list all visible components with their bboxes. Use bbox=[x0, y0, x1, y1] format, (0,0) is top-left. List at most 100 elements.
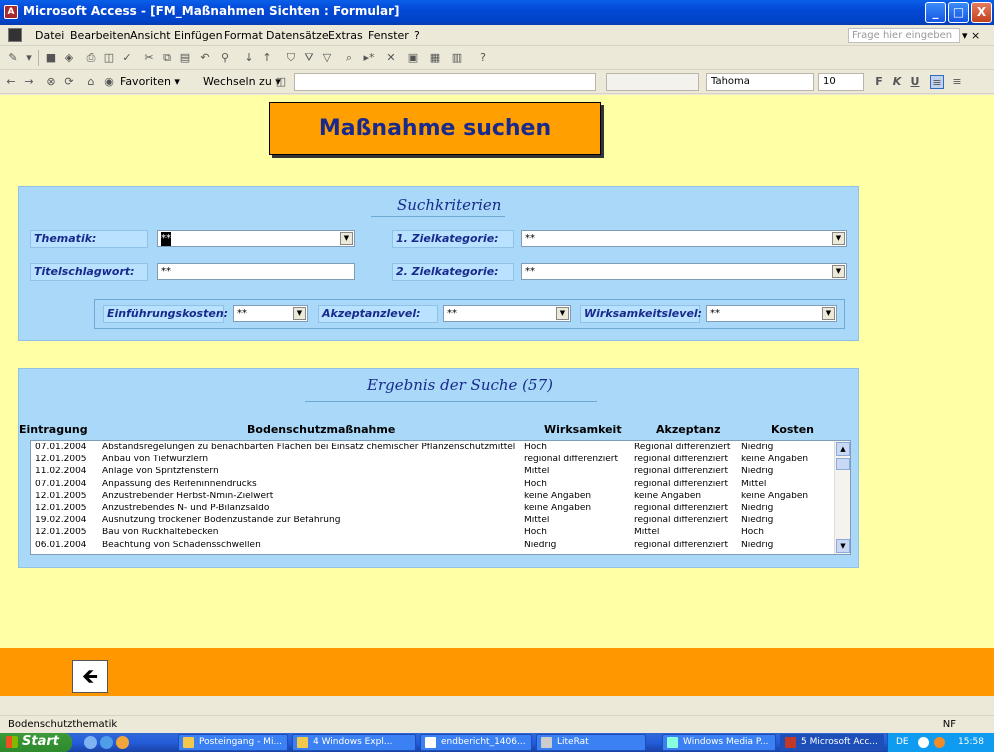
spelling-icon[interactable]: ✓ bbox=[120, 51, 134, 65]
bold-button[interactable]: F bbox=[872, 75, 886, 89]
quicklaunch-ie-icon[interactable] bbox=[100, 736, 113, 749]
properties-icon[interactable]: ▣ bbox=[406, 51, 420, 65]
result-row[interactable]: 19.02.2004 Ausnutzung trockener Bodenzust… bbox=[31, 516, 836, 525]
result-row[interactable]: 12.01.2005 Anbau von Tiefwurzlern regional… bbox=[31, 455, 836, 464]
database-window-icon[interactable] bbox=[8, 28, 22, 42]
copy-icon[interactable]: ⧉ bbox=[160, 51, 174, 65]
einfuehrungskosten-combo[interactable]: ** ▼ bbox=[233, 305, 308, 322]
sort-descending-icon[interactable]: ↑ bbox=[260, 51, 274, 65]
stop-icon[interactable]: ⊗ bbox=[44, 75, 58, 89]
underline-button[interactable]: U bbox=[908, 75, 922, 89]
language-indicator[interactable]: DE bbox=[896, 733, 909, 752]
new-object-icon[interactable]: ▥ bbox=[450, 51, 464, 65]
chevron-down-icon[interactable]: ▼ bbox=[832, 265, 845, 278]
task-access[interactable]: 5 Microsoft Acc... bbox=[780, 734, 884, 751]
refresh-icon[interactable]: ⟳ bbox=[62, 75, 76, 89]
start-button[interactable]: Start bbox=[0, 733, 72, 752]
chevron-down-icon[interactable]: ▼ bbox=[293, 307, 306, 320]
task-outlook[interactable]: Posteingang - Mi... bbox=[178, 734, 288, 751]
result-row[interactable]: 07.01.2004 Abstandsregelungen zu benachba… bbox=[31, 443, 836, 452]
result-row[interactable]: 12.01.2005 Anzustrebendes N- und P-Bilanz… bbox=[31, 504, 836, 513]
result-row[interactable]: 12.01.2005 Anzustrebender Herbst-Nmin-Zie… bbox=[31, 492, 836, 501]
chevron-down-icon[interactable]: ▾ × bbox=[962, 29, 980, 42]
task-explorer[interactable]: 4 Windows Expl... bbox=[292, 734, 416, 751]
print-icon[interactable]: ⎙ bbox=[84, 51, 98, 65]
chevron-down-icon[interactable]: ▾ bbox=[22, 51, 36, 65]
font-size-select[interactable]: 10 bbox=[818, 73, 864, 91]
result-row[interactable]: 12.01.2005 Bau von Rückhaltebecken Hoch Mit… bbox=[31, 528, 836, 537]
print-preview-icon[interactable]: ◫ bbox=[102, 51, 116, 65]
menu-format[interactable]: Format bbox=[224, 29, 263, 42]
address-field[interactable] bbox=[294, 73, 596, 91]
tray-icon[interactable] bbox=[934, 737, 945, 748]
undo-icon[interactable]: ↶ bbox=[198, 51, 212, 65]
filter-by-selection-icon[interactable]: ⛉ bbox=[284, 51, 298, 65]
paste-icon[interactable]: ▤ bbox=[178, 51, 192, 65]
view-icon[interactable]: ✎ bbox=[6, 51, 20, 65]
titelschlagwort-field[interactable]: ** bbox=[157, 263, 355, 280]
italic-button[interactable]: K bbox=[890, 75, 904, 89]
result-row[interactable]: 11.02.2004 Anlage von Spritzfenstern Mitte… bbox=[31, 467, 836, 476]
home-icon[interactable]: ⌂ bbox=[84, 75, 98, 89]
result-row[interactable]: 07.01.2004 Anpassung des Reifeninnendruck… bbox=[31, 480, 836, 489]
database-window-icon[interactable]: ▦ bbox=[428, 51, 442, 65]
object-selector[interactable] bbox=[606, 73, 699, 91]
align-left-icon[interactable]: ≡ bbox=[930, 75, 944, 89]
menu-help[interactable]: ? bbox=[414, 29, 420, 42]
task-media-player[interactable]: Windows Media P... bbox=[662, 734, 776, 751]
show-only-web-toolbar-icon[interactable]: ◫ bbox=[274, 75, 288, 89]
result-row[interactable]: 06.01.2004 Beachtung von Schadensschwelle… bbox=[31, 541, 836, 550]
forward-nav-icon[interactable]: → bbox=[22, 75, 36, 89]
akzeptanzlevel-combo[interactable]: ** ▼ bbox=[443, 305, 571, 322]
access-app-icon[interactable]: A bbox=[4, 5, 18, 19]
find-icon[interactable]: ⌕ bbox=[342, 51, 356, 65]
minimize-button[interactable]: _ bbox=[925, 2, 946, 23]
zielkategorie2-combo[interactable]: ** ▼ bbox=[521, 263, 847, 280]
menu-datensaetze[interactable]: Datensätze bbox=[266, 29, 329, 42]
quicklaunch-desktop-icon[interactable] bbox=[84, 736, 97, 749]
hyperlink-icon[interactable]: ⚲ bbox=[218, 51, 232, 65]
save-icon[interactable]: ■ bbox=[44, 51, 58, 65]
title-bar[interactable]: A Microsoft Access - [FM_Maßnahmen Sicht… bbox=[0, 0, 994, 25]
scroll-down-icon[interactable]: ▼ bbox=[836, 539, 850, 553]
close-button[interactable]: X bbox=[971, 2, 992, 23]
back-button[interactable]: 🡸 bbox=[72, 660, 108, 693]
search-web-icon[interactable]: ◉ bbox=[102, 75, 116, 89]
thematik-combo[interactable]: ** ▼ bbox=[157, 230, 355, 247]
align-center-icon[interactable]: ≡ bbox=[950, 75, 964, 89]
search-file-icon[interactable]: ◈ bbox=[62, 51, 76, 65]
maximize-button[interactable]: □ bbox=[948, 2, 969, 23]
results-scrollbar[interactable]: ▲ ▼ bbox=[834, 441, 850, 554]
new-record-icon[interactable]: ▸* bbox=[362, 51, 376, 65]
scroll-thumb[interactable] bbox=[836, 458, 850, 470]
menu-extras[interactable]: Extras bbox=[328, 29, 363, 42]
wirksamkeitslevel-combo[interactable]: ** ▼ bbox=[706, 305, 837, 322]
filter-by-form-icon[interactable]: ⛛ bbox=[302, 51, 316, 65]
zielkategorie1-combo[interactable]: ** ▼ bbox=[521, 230, 847, 247]
results-listbox[interactable]: 07.01.2004 Abstandsregelungen zu benachba… bbox=[30, 440, 851, 555]
menu-datei[interactable]: Datei bbox=[35, 29, 64, 42]
back-nav-icon[interactable]: ← bbox=[4, 75, 18, 89]
task-literat[interactable]: LiteRat bbox=[536, 734, 646, 751]
wechseln-zu-menu[interactable]: Wechseln zu ▾ bbox=[203, 75, 281, 88]
chevron-down-icon[interactable]: ▼ bbox=[822, 307, 835, 320]
help-search-input[interactable]: Frage hier eingeben bbox=[848, 28, 960, 43]
cut-icon[interactable]: ✂ bbox=[142, 51, 156, 65]
menu-einfuegen[interactable]: Einfügen bbox=[174, 29, 223, 42]
menu-fenster[interactable]: Fenster bbox=[368, 29, 409, 42]
sort-ascending-icon[interactable]: ↓ bbox=[242, 51, 256, 65]
task-word[interactable]: endbericht_1406... bbox=[420, 734, 532, 751]
menu-ansicht[interactable]: Ansicht bbox=[130, 29, 171, 42]
font-name-select[interactable]: Tahoma bbox=[706, 73, 814, 91]
help-icon[interactable]: ? bbox=[476, 51, 490, 65]
favoriten-menu[interactable]: Favoriten ▾ bbox=[120, 75, 180, 88]
chevron-down-icon[interactable]: ▼ bbox=[556, 307, 569, 320]
scroll-up-icon[interactable]: ▲ bbox=[836, 442, 850, 456]
chevron-down-icon[interactable]: ▼ bbox=[340, 232, 353, 245]
quicklaunch-outlook-icon[interactable] bbox=[116, 736, 129, 749]
apply-filter-icon[interactable]: ▽ bbox=[320, 51, 334, 65]
delete-record-icon[interactable]: ✕ bbox=[384, 51, 398, 65]
tray-icon[interactable] bbox=[918, 737, 929, 748]
chevron-down-icon[interactable]: ▼ bbox=[832, 232, 845, 245]
menu-bearbeiten[interactable]: Bearbeiten bbox=[70, 29, 130, 42]
